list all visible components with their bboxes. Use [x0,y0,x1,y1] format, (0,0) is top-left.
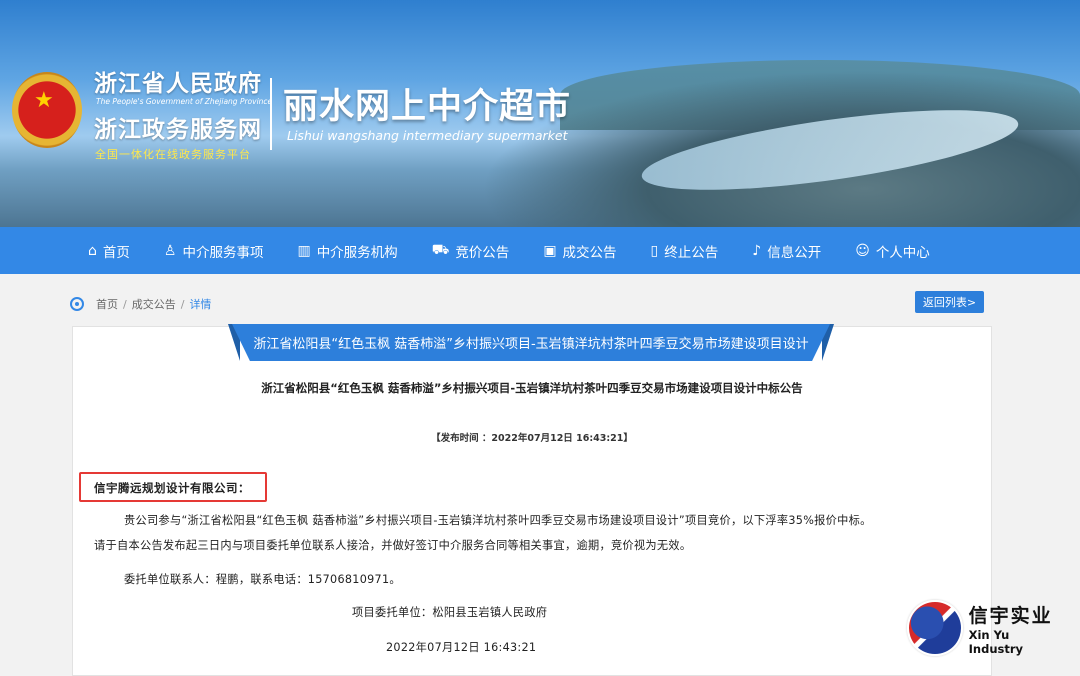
nav-item-bidding[interactable]: ⛟ 竞价公告 [432,241,510,261]
breadcrumb-separator: / [180,297,185,311]
title-divider [270,78,272,150]
bell-icon: ♪ [752,242,762,259]
gov-subtitle: 浙江政务服务网 [94,116,262,143]
nav-item-personal[interactable]: ☺ 个人中心 [855,241,930,261]
nav-item-terminated[interactable]: ▯ 终止公告 [651,241,719,261]
institution-icon: ▥ [297,242,311,259]
national-emblem-icon: ★ [12,72,82,148]
service-icon: ♙ [163,242,177,259]
user-icon: ☺ [855,242,870,259]
announcement-title: 浙江省松阳县“红色玉枫 菇香柿溢”乡村振兴项目-玉岩镇洋坑村茶叶四季豆交易市场建… [261,381,803,395]
gov-title: 浙江省人民政府 [94,70,262,97]
breadcrumb: 首页 / 成交公告 / 详情 [70,296,211,312]
project-title-ribbon: 浙江省松阳县“红色玉枫 菇香柿溢”乡村振兴项目-玉岩镇洋坑村茶叶四季豆交易市场建… [232,324,830,361]
watermark: 信宇实业 Xin Yu Industry [907,597,1067,659]
main-nav: ⌂ 首页 ♙ 中介服务事项 ▥ 中介服务机构 ⛟ 竞价公告 ▣ 成交公告 ▯ 终止公告 ♪ 信… [0,227,1080,274]
breadcrumb-current: 详情 [189,298,212,311]
nav-label: 终止公告 [664,244,719,261]
nav-label: 竞价公告 [455,244,510,261]
header-banner: ★ 浙江省人民政府 The People's Government of Zhe… [0,0,1080,227]
briefcase-icon: ▣ [543,242,557,259]
nav-item-disclosure[interactable]: ♪ 信息公开 [752,241,821,261]
nav-item-services[interactable]: ♙ 中介服务事项 [164,241,264,261]
site-en: Lishui wangshang intermediary supermarke… [287,128,568,143]
breadcrumb-section[interactable]: 成交公告 [132,296,176,312]
site-title: 丽水网上中介超市 [283,86,572,127]
nav-label: 信息公开 [767,244,822,261]
breadcrumb-home[interactable]: 首页 [96,296,118,312]
nav-label: 中介服务机构 [316,244,398,261]
trash-icon: ▯ [650,242,659,259]
watermark-cn: 信宇实业 [968,604,1053,627]
nav-item-home[interactable]: ⌂ 首页 [88,241,130,261]
back-to-list-button[interactable]: 返回列表> [915,291,984,313]
nav-item-institutions[interactable]: ▥ 中介服务机构 [297,241,397,261]
cart-icon: ⛟ [431,241,450,258]
watermark-text: 信宇实业 Xin Yu Industry [969,601,1067,656]
addressee: 信宇腾远规划设计有限公司： [94,481,250,495]
gov-en: The People's Government of Zhejiang Prov… [96,97,273,106]
watermark-en: Xin Yu Industry [968,627,1024,656]
signature-date: 2022年07月12日 16:43:21 [386,641,537,654]
body-paragraph-1: 贵公司参与“浙江省松阳县“红色玉枫 菇香柿溢”乡村振兴项目-玉岩镇洋坑村茶叶四季… [124,514,872,527]
nav-label: 成交公告 [562,244,617,261]
nav-label: 个人中心 [875,244,930,261]
nav-label: 中介服务事项 [182,244,264,261]
nav-item-deals[interactable]: ▣ 成交公告 [543,241,616,261]
client-organization: 项目委托单位：松阳县玉岩镇人民政府 [352,606,548,619]
publish-time: 【发布时间 ：2022年07月12日 16:43:21】 [431,433,633,444]
breadcrumb-separator: / [123,297,127,311]
xinyu-logo-icon [907,600,963,656]
nav-label: 首页 [102,244,130,261]
body-paragraph-2: 请于自本公告发布起三日内与项目委托单位联系人接洽，并做好签订中介服务合同等相关事… [94,539,692,552]
contact-info: 委托单位联系人：程鹏，联系电话：15706810971。 [124,573,401,586]
home-icon: ⌂ [88,242,97,259]
gov-tagline: 全国一体化在线政务服务平台 [95,148,251,161]
location-icon [70,297,84,311]
